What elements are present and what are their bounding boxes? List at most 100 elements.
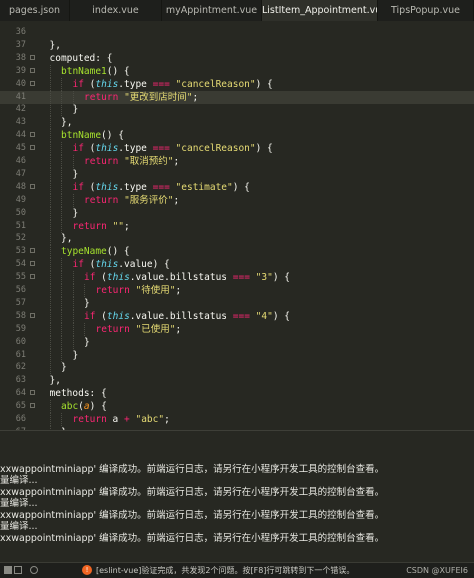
code-text: } (84, 297, 90, 309)
code-line[interactable]: 56 return "待使用"; (0, 284, 474, 297)
indent-guide (49, 116, 51, 130)
code-text: return a + "abc"; (72, 414, 170, 425)
line-number: 40 (15, 78, 26, 89)
code-line[interactable]: 52}, (0, 232, 474, 246)
code-line[interactable]: 44 btnName() { (0, 129, 474, 143)
fold-marker-icon[interactable] (30, 183, 35, 189)
indent-guide (61, 142, 62, 156)
code-line[interactable]: 58 if (this.value.billstatus === "4") { (0, 309, 474, 323)
code-text: btnName() { (61, 130, 124, 142)
code-line[interactable]: 61} (0, 348, 474, 362)
indent-guide (49, 64, 51, 78)
panel-toggle-icon[interactable] (14, 566, 22, 574)
indent-guide (61, 284, 62, 297)
code-line[interactable]: 48 if (this.type === "estimate") { (0, 180, 474, 194)
fold-marker-icon[interactable] (30, 403, 35, 409)
code-line[interactable]: 66 return a + "abc"; (0, 413, 474, 426)
code-text: } (72, 349, 79, 361)
fold-marker-icon[interactable] (30, 80, 35, 86)
line-number: 63 (15, 375, 26, 386)
tab-myappintment-vue[interactable]: myAppintment.vue (162, 0, 262, 21)
code-line[interactable]: 57} (0, 296, 474, 310)
editor-tab-bar: pages.json index.vue myAppintment.vue Li… (0, 0, 474, 22)
indent-guide (49, 77, 51, 91)
code-line[interactable]: 41 return "更改到店时间"; (0, 90, 474, 104)
indent-guide (61, 322, 62, 336)
code-editor[interactable]: 36 37}, 38 computed: {39 btnName1() {40 if (t… (0, 21, 474, 430)
line-number: 54 (15, 259, 26, 270)
indent-guide (49, 322, 51, 336)
fold-marker-icon[interactable] (30, 390, 35, 396)
code-text: abc(a) { (61, 401, 107, 413)
fold-marker-icon[interactable] (30, 261, 35, 267)
indent-guide (49, 284, 51, 297)
fold-marker-icon[interactable] (30, 132, 35, 138)
line-number: 56 (15, 285, 26, 295)
code-line[interactable]: 64 methods: { (0, 387, 474, 400)
code-line[interactable]: 53 typeName() { (0, 245, 474, 259)
code-line[interactable]: 65 abc(a) { (0, 400, 474, 414)
code-line[interactable]: 63}, (0, 374, 474, 387)
code-line[interactable]: 54 if (this.value) { (0, 258, 474, 272)
code-line[interactable]: 38 computed: { (0, 52, 474, 65)
indent-guide (61, 335, 62, 349)
line-number: 48 (15, 181, 26, 192)
indent-guide (49, 258, 51, 272)
tab-index-vue[interactable]: index.vue (70, 0, 162, 21)
code-text: if (this.value.billstatus === "3") { (84, 272, 290, 284)
fold-marker-icon[interactable] (30, 274, 35, 280)
code-line[interactable]: 55 if (this.value.billstatus === "3") { (0, 271, 474, 285)
fold-marker-icon[interactable] (30, 145, 35, 151)
code-line[interactable]: 40 if (this.type === "cancelReason") { (0, 77, 474, 91)
indent-guide (49, 413, 51, 426)
code-text: if (this.type === "cancelReason") { (72, 78, 273, 90)
code-line[interactable]: 49 return "服务评价"; (0, 193, 474, 207)
indent-guide (72, 271, 74, 285)
line-number: 49 (15, 194, 26, 205)
indent-guide (49, 335, 51, 349)
code-line[interactable]: 60} (0, 335, 474, 349)
menu-icon[interactable] (4, 566, 12, 574)
code-text: return "已使用"; (95, 323, 182, 335)
code-line[interactable]: 39 btnName1() { (0, 64, 474, 78)
indent-guide (61, 296, 62, 310)
tab-listitem-appointment-vue[interactable]: ListItem_Appointment.vue (262, 0, 378, 21)
indent-guide (61, 348, 62, 362)
indent-guide (61, 309, 62, 323)
fold-marker-icon[interactable] (30, 312, 35, 318)
line-number: 59 (15, 323, 26, 334)
fold-marker-icon[interactable] (30, 67, 35, 73)
code-line[interactable]: 36 (0, 26, 474, 39)
code-line[interactable]: 37}, (0, 39, 474, 52)
indent-guide (61, 271, 62, 285)
code-line[interactable]: 46 return "取消预约"; (0, 155, 474, 168)
indent-guide (72, 296, 74, 310)
console-line: 量编译... (0, 498, 38, 509)
user-icon[interactable] (30, 566, 38, 574)
code-line[interactable]: 62} (0, 361, 474, 375)
tab-pages-json[interactable]: pages.json (0, 0, 70, 21)
code-line[interactable]: 50} (0, 206, 474, 220)
indent-guide (49, 400, 51, 414)
code-line[interactable]: 43}, (0, 116, 474, 130)
eslint-status-message[interactable]: [eslint-vue]验证完成，共发现2个问题。按[F8]行可跳转到下一个错误… (96, 565, 354, 576)
code-line[interactable]: 42} (0, 103, 474, 117)
code-text: } (72, 168, 79, 180)
indent-guide (72, 90, 74, 104)
fold-marker-icon[interactable] (30, 54, 35, 60)
code-line[interactable]: 59 return "已使用"; (0, 322, 474, 336)
indent-guide (72, 155, 74, 168)
line-number: 36 (15, 27, 26, 37)
code-line[interactable]: 47} (0, 167, 474, 181)
indent-guide (61, 180, 62, 194)
line-number: 52 (15, 233, 26, 244)
indent-guide (72, 284, 74, 297)
code-line[interactable]: 51 return ""; (0, 219, 474, 233)
tab-tipspopup-vue[interactable]: TipsPopup.vue (378, 0, 474, 21)
watermark: CSDN @XUFEI6 (406, 566, 468, 575)
fold-marker-icon[interactable] (30, 248, 35, 254)
warning-icon: ! (82, 565, 92, 575)
line-number: 43 (15, 117, 26, 128)
code-text: computed: { (49, 52, 113, 64)
code-line[interactable]: 45 if (this.type === "cancelReason") { (0, 142, 474, 156)
